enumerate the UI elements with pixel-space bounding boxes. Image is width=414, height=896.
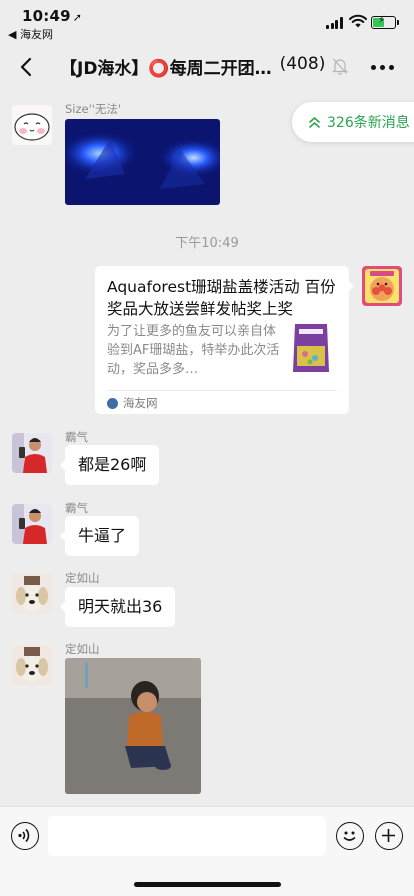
message-input[interactable]: [48, 816, 326, 856]
text-message[interactable]: 明天就出36: [59, 587, 176, 627]
avatar-dog: [12, 645, 52, 685]
card-source: 海友网: [107, 390, 337, 411]
location-arrow-icon: ➚: [72, 11, 83, 24]
home-indicator[interactable]: [134, 882, 281, 887]
cellular-signal-icon: [326, 17, 343, 29]
text-message[interactable]: 都是26啊: [59, 445, 160, 485]
sender-name: 霸气: [65, 430, 88, 444]
source-logo-icon: [107, 397, 118, 409]
aquarium-photo: [65, 119, 220, 205]
battery-icon: ⚡: [371, 15, 399, 29]
new-messages-button[interactable]: 326条新消息: [292, 102, 414, 142]
avatar-anpanman: [362, 266, 402, 306]
back-to-app-link[interactable]: ◀ 海友网: [8, 26, 53, 42]
avatar-selfie-red-shirt: [12, 433, 52, 473]
emoji-icon[interactable]: [336, 822, 364, 850]
avatar[interactable]: [12, 645, 52, 685]
sender-name: 定如山: [65, 642, 100, 656]
chat-title[interactable]: 【JD海水】⭕每周二开团… (408): [60, 54, 356, 79]
sender-name: Size''无法': [65, 102, 122, 116]
wifi-icon: [349, 14, 367, 28]
chat-header: 【JD海水】⭕每周二开团… (408): [0, 44, 414, 90]
card-description: 为了让更多的鱼友可以亲自体验到AF珊瑚盐，特举办此次活动，奖品多多…: [107, 324, 280, 377]
avatar-cartoon-face: [12, 105, 52, 145]
message-timestamp: 下午10:49: [175, 236, 239, 251]
new-messages-label: 326条新消息: [327, 115, 410, 131]
avatar[interactable]: [12, 574, 52, 614]
image-message[interactable]: [65, 658, 201, 794]
plus-icon[interactable]: [375, 822, 403, 850]
baby-photo: [65, 658, 201, 794]
avatar[interactable]: [12, 433, 52, 473]
avatar-dog: [12, 574, 52, 614]
more-dots-icon[interactable]: [366, 52, 398, 82]
my-avatar[interactable]: [362, 266, 402, 306]
avatar[interactable]: [12, 105, 52, 145]
card-title: Aquaforest珊瑚盐盖楼活动 百份奖品大放送尝鲜发帖奖上奖: [107, 278, 336, 318]
card-source-label: 海友网: [123, 396, 158, 410]
link-card-message[interactable]: Aquaforest珊瑚盐盖楼活动 百份奖品大放送尝鲜发帖奖上奖 为了让更多的鱼…: [95, 266, 354, 414]
avatar[interactable]: [12, 504, 52, 544]
mute-bell-icon: [332, 58, 348, 75]
voice-icon[interactable]: [11, 822, 39, 850]
status-bar: 10:49 ➚ ◀ 海友网 ⚡: [0, 0, 414, 44]
group-name: 【JD海水】⭕每周二开团…: [60, 59, 272, 79]
double-chevron-up-icon: [309, 116, 320, 128]
avatar-selfie-red-shirt: [12, 504, 52, 544]
text-message[interactable]: 牛逼了: [59, 516, 140, 556]
image-message[interactable]: [65, 119, 220, 205]
sender-name: 定如山: [65, 571, 100, 585]
member-count: (408): [279, 54, 326, 74]
card-thumbnail-product-bag: [285, 320, 337, 376]
back-arrow-icon[interactable]: [12, 52, 42, 82]
sender-name: 霸气: [65, 501, 88, 515]
status-time: 10:49 ➚: [22, 7, 83, 25]
